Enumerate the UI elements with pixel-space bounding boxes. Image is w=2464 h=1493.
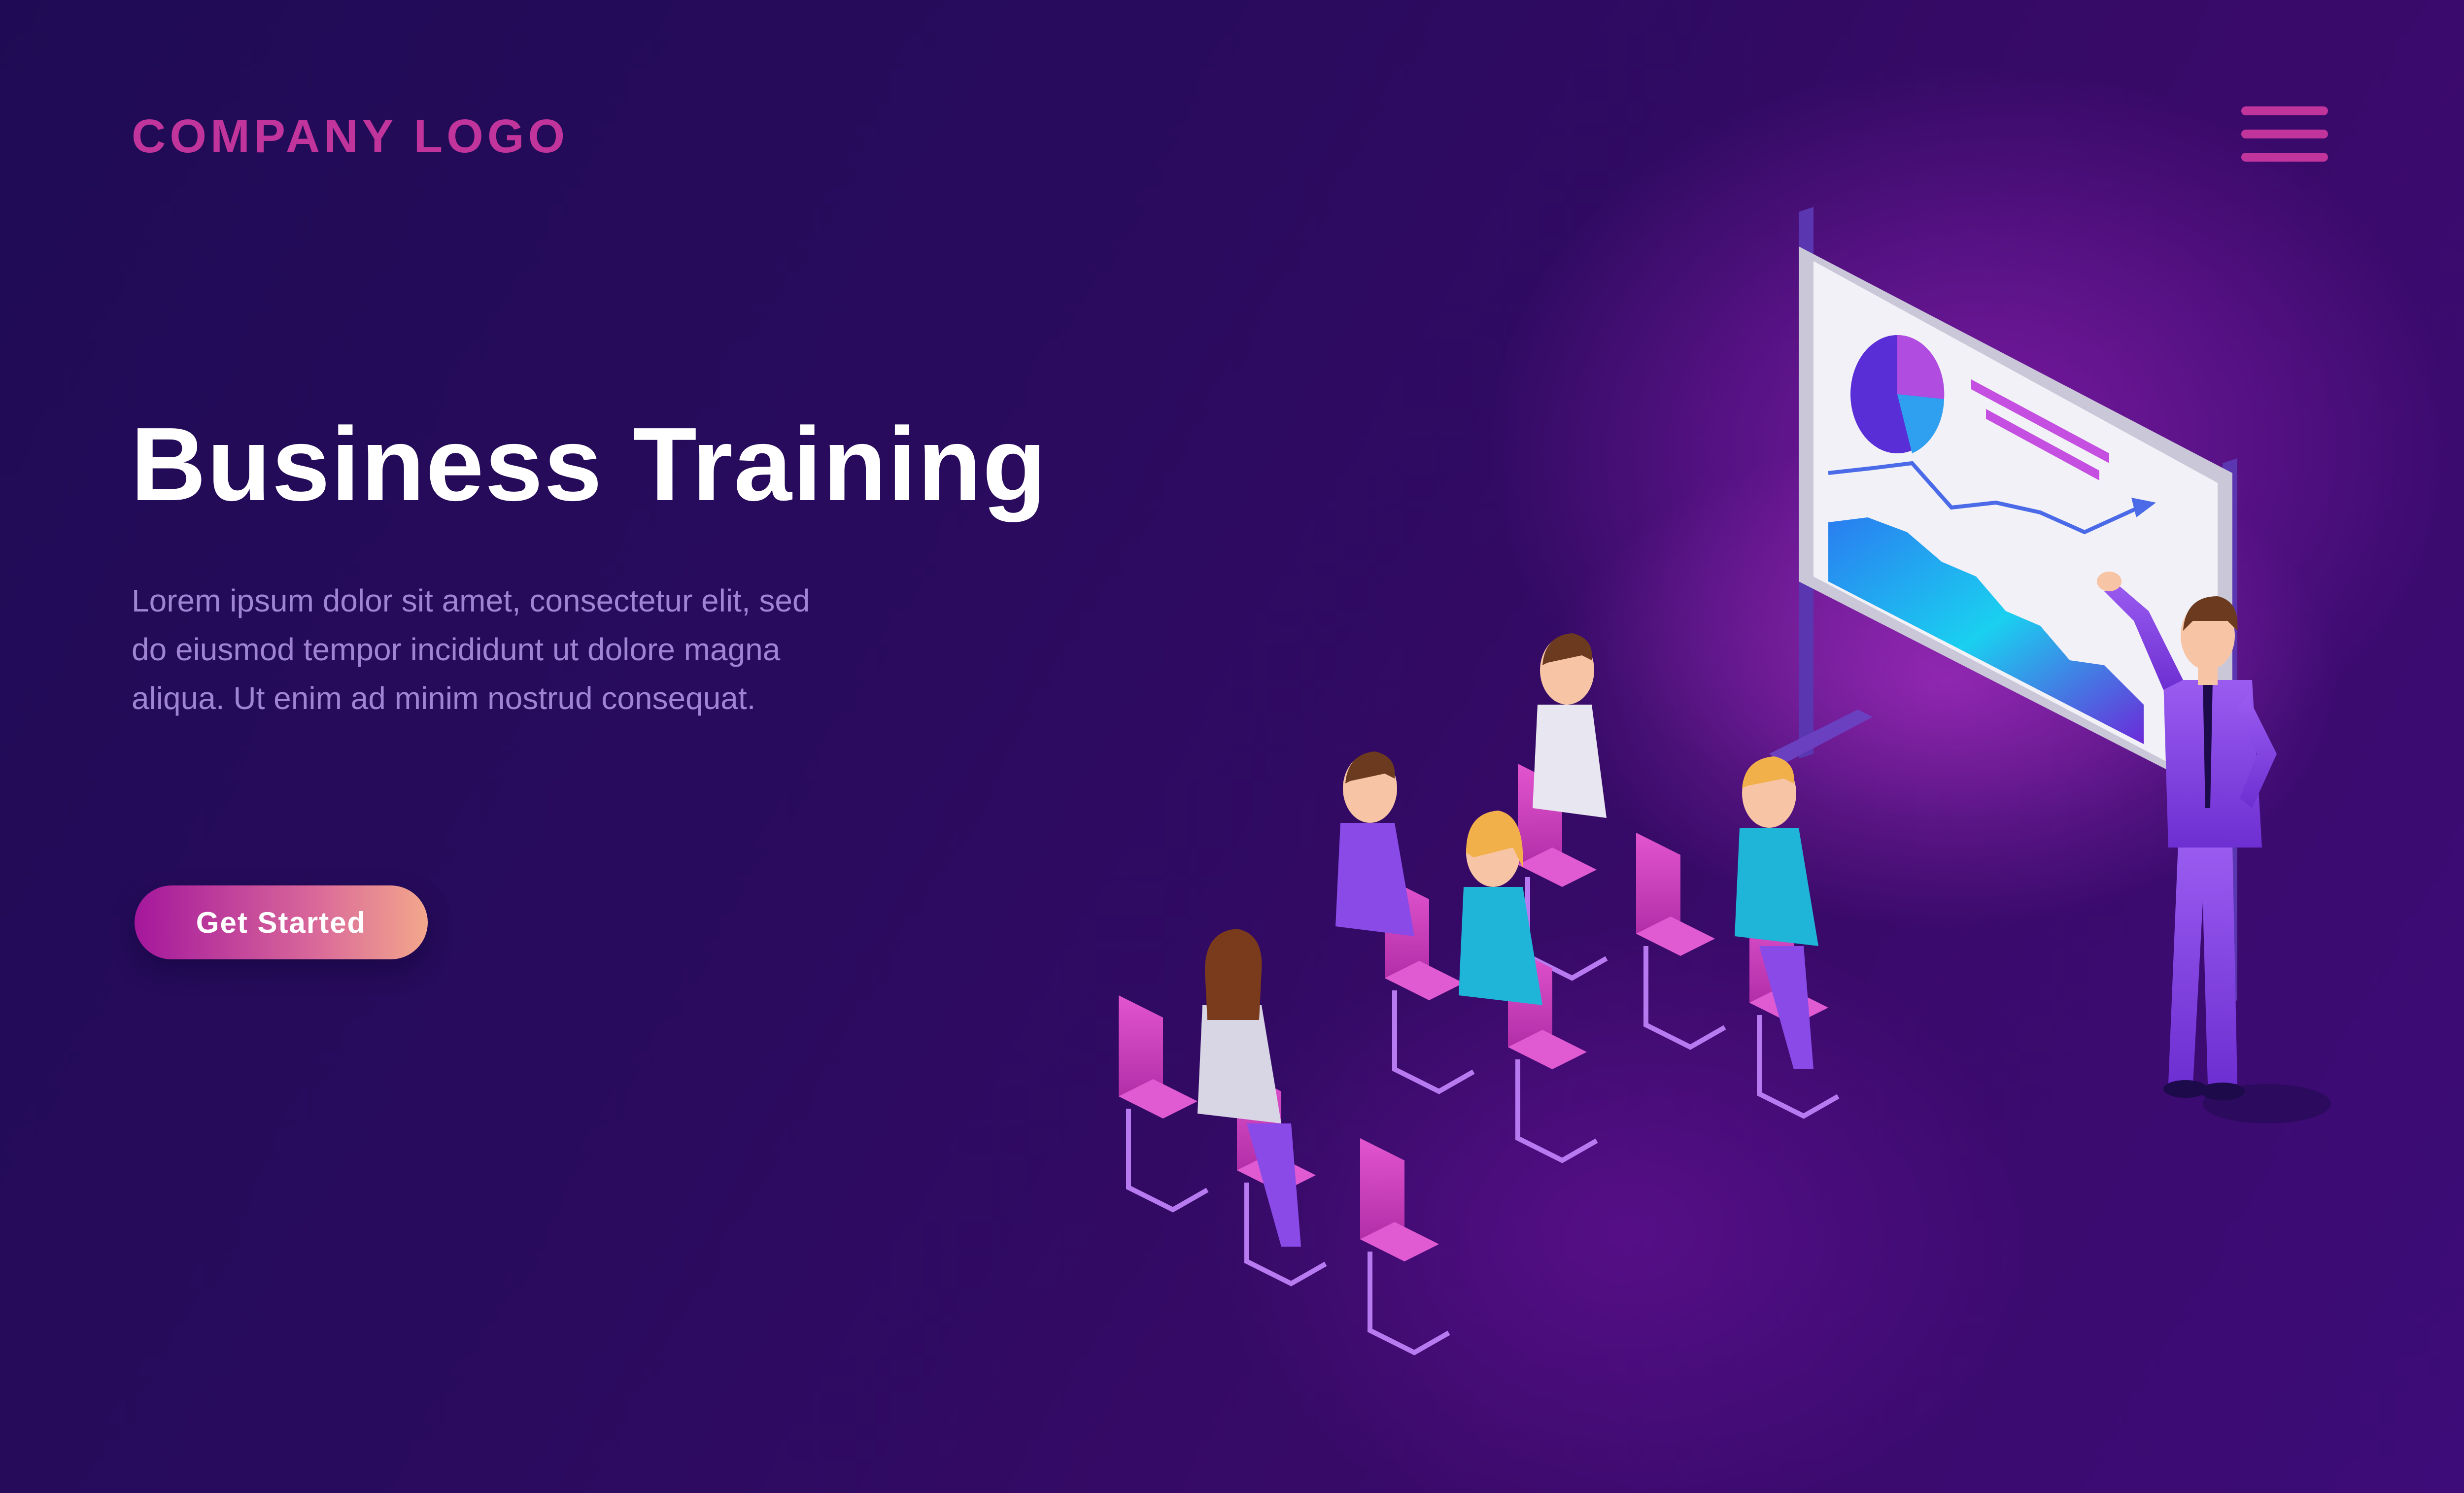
menu-bar-bottom bbox=[2241, 153, 2328, 162]
page-title: Business Training bbox=[131, 406, 1048, 522]
hero-description: Lorem ipsum dolor sit amet, consectetur … bbox=[132, 583, 810, 716]
hamburger-menu-icon[interactable] bbox=[2241, 103, 2328, 165]
menu-bar-top bbox=[2241, 106, 2328, 115]
audience-member bbox=[1335, 751, 1414, 936]
menu-bar-middle bbox=[2241, 130, 2328, 138]
business-training-illustration bbox=[1119, 207, 2341, 1356]
chair bbox=[1360, 1138, 1450, 1356]
chair bbox=[1119, 995, 1209, 1213]
get-started-button[interactable]: Get Started bbox=[135, 885, 428, 959]
company-logo[interactable]: COMPANY LOGO bbox=[132, 109, 569, 164]
